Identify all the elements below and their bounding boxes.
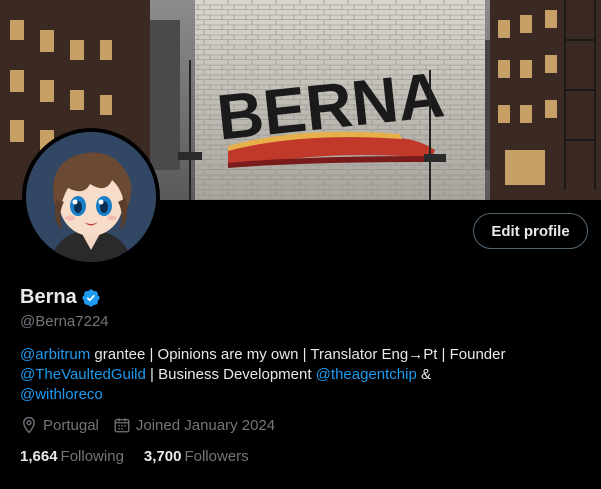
joined-item: Joined January 2024: [113, 416, 275, 434]
bio-mention-arbitrum[interactable]: @arbitrum: [20, 346, 90, 363]
joined-text: Joined January 2024: [135, 416, 276, 434]
profile-bio: @arbitrum grantee | Opinions are my own …: [20, 345, 580, 405]
profile-name-row: Berna: [20, 286, 101, 309]
profile-avatar[interactable]: [22, 128, 160, 266]
verified-badge-icon[interactable]: [81, 288, 101, 308]
location-text: Portugal: [43, 416, 99, 434]
profile-meta: Portugal Joined January 2024: [20, 416, 289, 434]
followers-count: 3,700: [143, 448, 182, 465]
edit-profile-button[interactable]: Edit profile: [473, 213, 588, 249]
avatar-image: [26, 132, 156, 262]
location-pin-icon: [23, 416, 35, 434]
bio-mention-withloreco[interactable]: @withloreco: [20, 386, 103, 403]
following-count: 1,664: [20, 448, 58, 465]
follow-stats: 1,664 Following 3,700 Followers: [20, 448, 269, 465]
followers-link[interactable]: 3,700 Followers: [144, 448, 249, 465]
following-label: Following: [60, 448, 124, 465]
location-item: Portugal: [20, 416, 99, 434]
bio-text: | Business Development: [145, 366, 316, 383]
followers-label: Followers: [184, 448, 249, 465]
following-link[interactable]: 1,664 Following: [20, 448, 124, 465]
calendar-icon: [114, 418, 130, 433]
user-handle: @Berna7224: [20, 313, 109, 330]
bio-text: &: [416, 366, 431, 383]
bio-text: grantee | Opinions are my own | Translat…: [90, 346, 506, 363]
bio-mention-thevaultedguild[interactable]: @TheVaultedGuild: [20, 366, 146, 383]
bio-mention-theagentchip[interactable]: @theagentchip: [316, 366, 417, 383]
display-name: Berna: [20, 286, 77, 308]
